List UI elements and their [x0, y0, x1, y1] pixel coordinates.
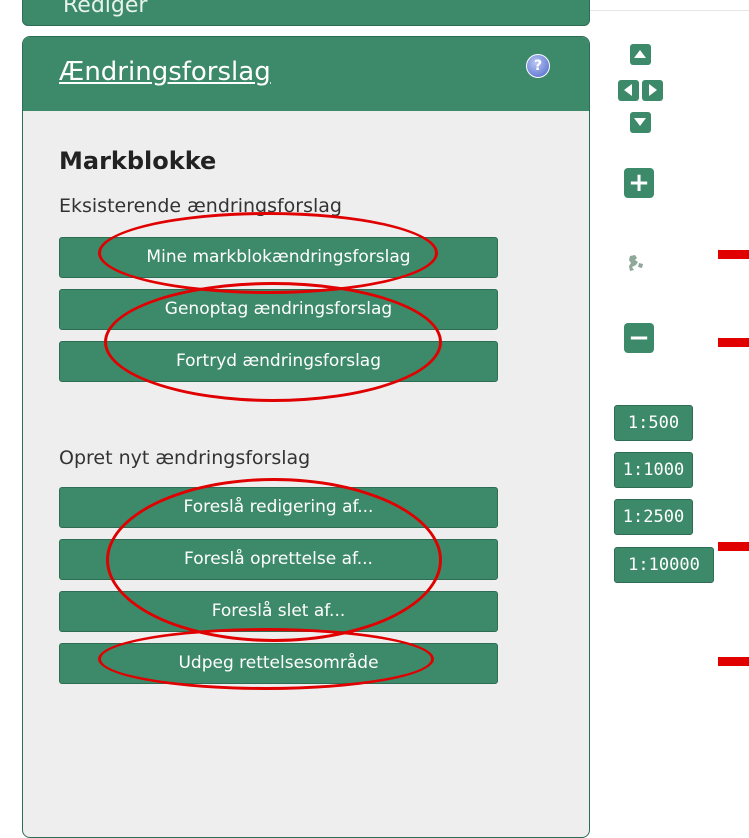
annotation-mark: [718, 657, 749, 666]
pan-right-icon[interactable]: [642, 80, 663, 101]
panel-title-link[interactable]: Ændringsforslag: [59, 57, 271, 87]
annotation-mark: [718, 250, 749, 259]
world-extent-icon[interactable]: [626, 253, 646, 273]
pan-up-icon[interactable]: [630, 44, 651, 65]
pan-left-icon[interactable]: [618, 80, 639, 101]
annotation-mark: [718, 338, 749, 347]
scale-10000-button[interactable]: 1:10000: [614, 547, 714, 583]
annotation-ellipse: [98, 628, 434, 690]
help-icon[interactable]: ?: [526, 54, 550, 78]
scale-1000-button[interactable]: 1:1000: [614, 452, 693, 488]
annotation-ellipse: [106, 478, 442, 642]
zoom-in-icon[interactable]: +: [624, 168, 654, 198]
aendringsforslag-panel: Ændringsforslag ? Markblokke Eksisterend…: [22, 36, 590, 838]
collapsed-panel-label: Redigér: [63, 0, 148, 18]
panel-header: Ændringsforslag ?: [23, 37, 589, 111]
annotation-ellipse: [104, 282, 442, 402]
divider: [590, 10, 749, 11]
new-label: Opret nyt ændringsforslag: [59, 447, 311, 469]
section-title: Markblokke: [59, 147, 217, 175]
collapsed-panel-rediger[interactable]: Redigér: [22, 0, 590, 26]
pan-down-icon[interactable]: [630, 112, 651, 133]
scale-500-button[interactable]: 1:500: [614, 405, 693, 441]
scale-2500-button[interactable]: 1:2500: [614, 499, 693, 535]
zoom-out-icon[interactable]: −: [624, 323, 654, 353]
annotation-mark: [718, 542, 749, 551]
